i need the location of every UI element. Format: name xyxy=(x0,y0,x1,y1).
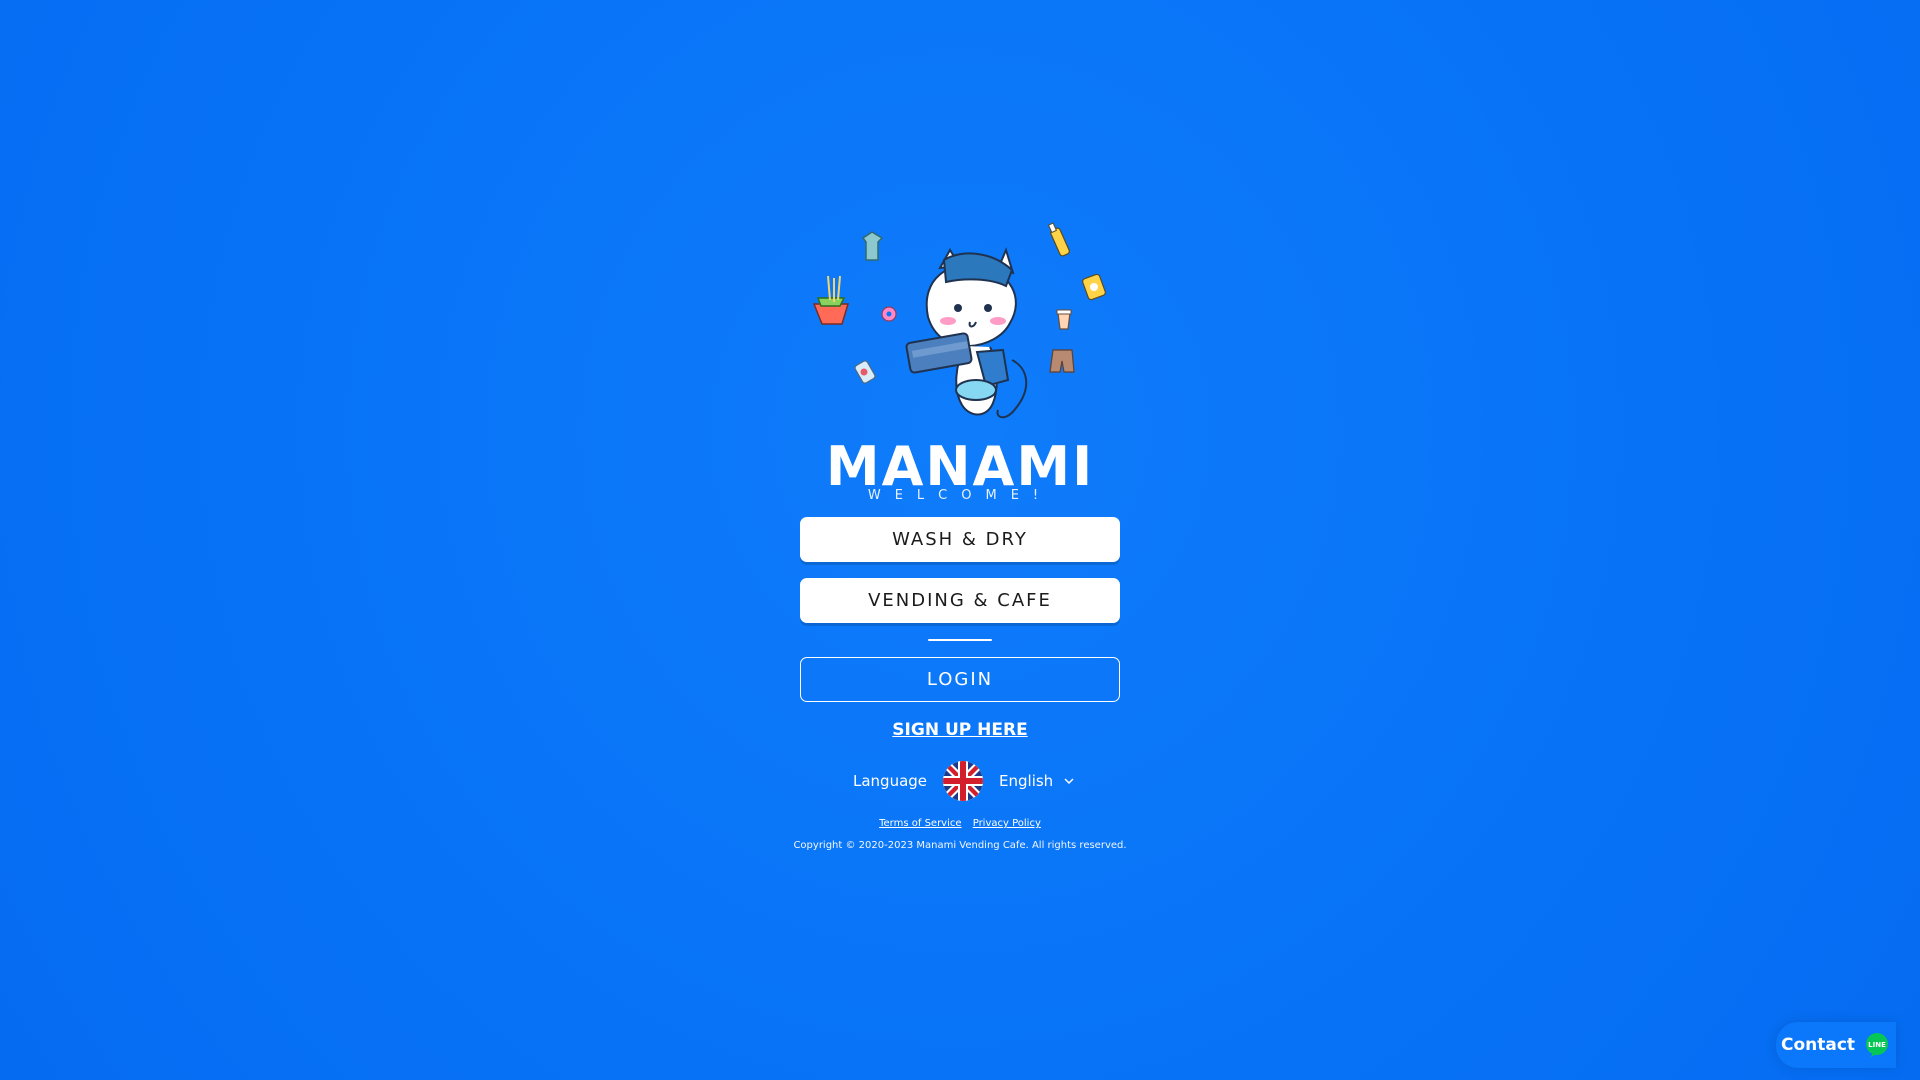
signup-link[interactable]: SIGN UP HERE xyxy=(800,720,1120,740)
section-divider xyxy=(928,639,992,641)
welcome-text: WELCOME! xyxy=(867,488,1053,503)
language-label: Language xyxy=(853,772,928,790)
copyright-text: Copyright © 2020-2023 Manami Vending Caf… xyxy=(793,840,1127,851)
line-chat-icon: LINE xyxy=(1866,1033,1889,1057)
bottle-icon xyxy=(1047,222,1070,257)
legal-links: Terms of Service Privacy Policy xyxy=(800,818,1120,829)
main-content: MANAMI WELCOME! WASH & DRY VENDING & CAF… xyxy=(0,0,1920,1080)
contact-label: Contact xyxy=(1780,1035,1856,1055)
login-button[interactable]: LOGIN xyxy=(800,657,1120,702)
cat-mascot xyxy=(905,247,1027,419)
contact-button[interactable]: Contact LINE xyxy=(1776,1022,1896,1068)
noodles-icon xyxy=(812,275,850,325)
chevron-down-icon xyxy=(1064,778,1074,785)
donut-icon xyxy=(881,306,897,322)
landing-page: MANAMI WELCOME! WASH & DRY VENDING & CAF… xyxy=(0,0,1920,1080)
snack-bag-icon xyxy=(1082,273,1106,301)
privacy-link[interactable]: Privacy Policy xyxy=(973,818,1041,829)
terms-link[interactable]: Terms of Service xyxy=(879,818,961,829)
soda-can-icon xyxy=(854,360,876,384)
language-selector-row: Language English xyxy=(853,761,1075,801)
language-dropdown[interactable]: English xyxy=(999,772,1075,790)
manami-cat-illustration xyxy=(812,222,1106,419)
selected-language: English xyxy=(999,772,1054,790)
shorts-icon xyxy=(1049,349,1075,373)
vending-cafe-button[interactable]: VENDING & CAFE xyxy=(800,578,1120,623)
uk-flag-icon xyxy=(943,761,984,801)
svg-text:LINE: LINE xyxy=(1868,1041,1886,1049)
coffee-cup-icon xyxy=(1056,309,1072,330)
shirt-icon xyxy=(861,231,884,261)
wash-dry-button[interactable]: WASH & DRY xyxy=(800,517,1120,562)
brand-logo: MANAMI xyxy=(825,435,1095,498)
